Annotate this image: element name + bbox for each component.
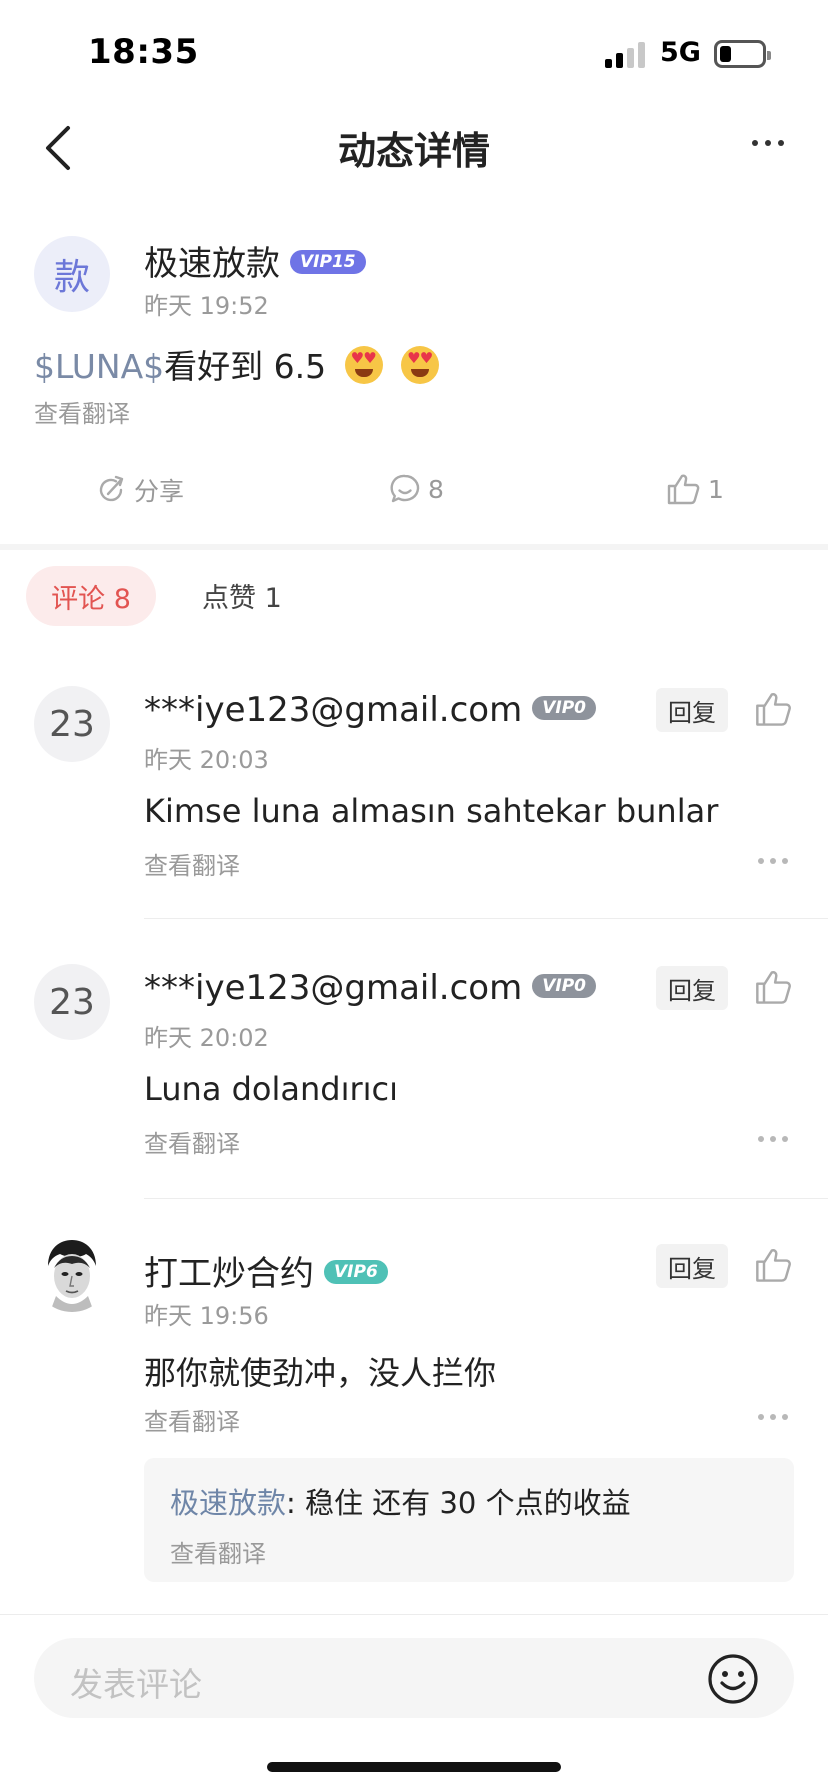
comment-time: 昨天 20:02 [144, 1024, 269, 1052]
comment-input-placeholder: 发表评论 [70, 1665, 202, 1704]
post-author-avatar[interactable]: 款 [34, 236, 110, 312]
status-time: 18:35 [88, 32, 199, 72]
comment-more-icon[interactable] [758, 1136, 792, 1144]
heart-eyes-emoji-icon [401, 346, 440, 384]
comment-divider [144, 1198, 828, 1199]
nested-reply-text: 稳住 还有 30 个点的收益 [305, 1486, 631, 1520]
comment-bubble-icon [390, 474, 420, 503]
cashtag-link[interactable]: $LUNA$ [34, 347, 164, 386]
comment-text: 那你就使劲冲，没人拦你 [144, 1354, 497, 1392]
more-options-icon[interactable] [752, 140, 792, 160]
share-label: 分享 [134, 477, 185, 506]
comment-author-name[interactable]: ***iye123@gmail.com VIP0 [144, 968, 597, 1008]
reply-button[interactable]: 回复 [656, 688, 728, 732]
comment-more-icon[interactable] [758, 858, 792, 866]
post-time: 昨天 19:52 [144, 292, 269, 320]
comment-button[interactable]: 8 [388, 472, 444, 506]
comment-avatar[interactable]: 23 [34, 686, 110, 762]
post-content: $LUNA$看好到 6.5 [34, 340, 440, 388]
comment-input[interactable]: 发表评论 [34, 1638, 794, 1718]
page-title: 动态详情 [337, 129, 490, 173]
comment-translate-link[interactable]: 查看翻译 [144, 846, 240, 881]
comment-avatar[interactable]: 23 [34, 964, 110, 1040]
tab-likes[interactable]: 点赞 1 [202, 576, 282, 615]
heart-eyes-emoji-icon [344, 346, 383, 384]
comment-more-icon[interactable] [758, 1414, 792, 1422]
thumbs-up-icon[interactable] [754, 690, 794, 730]
post-text: 看好到 6.5 [164, 347, 327, 386]
like-count: 1 [708, 474, 724, 504]
comment-author-label: ***iye123@gmail.com [144, 968, 523, 1008]
post-translate-link[interactable]: 查看翻译 [34, 394, 130, 429]
comment-text: Kimse luna almasın sahtekar bunlar [144, 792, 719, 830]
comment-translate-link[interactable]: 查看翻译 [144, 1124, 240, 1159]
vip-badge: VIP0 [532, 695, 597, 720]
comment-text: Luna dolandırıcı [144, 1070, 399, 1108]
battery-icon [714, 40, 771, 68]
reply-button[interactable]: 回复 [656, 1244, 728, 1288]
share-icon [99, 475, 124, 502]
emoji-smile-icon[interactable] [706, 1652, 760, 1706]
comment-translate-link[interactable]: 查看翻译 [144, 1402, 240, 1437]
vip-badge: VIP0 [532, 973, 597, 998]
comment-author-name[interactable]: ***iye123@gmail.com VIP0 [144, 690, 597, 730]
thumbs-up-icon[interactable] [754, 1246, 794, 1286]
vip-badge: VIP15 [290, 249, 366, 274]
network-type: 5G [660, 37, 701, 68]
nested-reply-line: 极速放款: 稳住 还有 30 个点的收益 [170, 1480, 631, 1522]
comment-count: 8 [428, 474, 444, 504]
reply-button[interactable]: 回复 [656, 966, 728, 1010]
comment-divider [144, 918, 828, 919]
section-divider [0, 544, 828, 550]
nested-reply-separator: : [286, 1486, 306, 1520]
vip-badge: VIP6 [324, 1259, 388, 1284]
share-button[interactable]: 分享 [94, 472, 184, 508]
nested-reply-author[interactable]: 极速放款 [170, 1486, 286, 1520]
like-button[interactable]: 1 [666, 472, 724, 506]
post-actions: 分享 8 1 [0, 462, 828, 518]
nested-reply[interactable]: 极速放款: 稳住 还有 30 个点的收益 查看翻译 [144, 1458, 794, 1582]
status-bar: 18:35 5G [0, 0, 828, 100]
post-author-label: 极速放款 [144, 244, 280, 284]
nested-reply-translate-link[interactable]: 查看翻译 [170, 1534, 266, 1569]
signal-icon [605, 42, 647, 68]
post-author-name[interactable]: 极速放款 VIP15 [144, 236, 366, 285]
comment-author-name[interactable]: 打工炒合约 VIP6 [144, 1246, 388, 1295]
comment-time: 昨天 20:03 [144, 746, 269, 774]
comment-time: 昨天 19:56 [144, 1302, 269, 1330]
thumbs-up-icon [667, 474, 700, 505]
composer-divider [0, 1614, 828, 1615]
home-indicator [267, 1762, 561, 1772]
tab-comments[interactable]: 评论 8 [26, 566, 156, 626]
nav-bar: 动态详情 [0, 100, 828, 196]
comment-author-label: ***iye123@gmail.com [144, 690, 523, 730]
comment-avatar[interactable] [34, 1236, 110, 1312]
comment-author-label: 打工炒合约 [144, 1254, 314, 1294]
thumbs-up-icon[interactable] [754, 968, 794, 1008]
